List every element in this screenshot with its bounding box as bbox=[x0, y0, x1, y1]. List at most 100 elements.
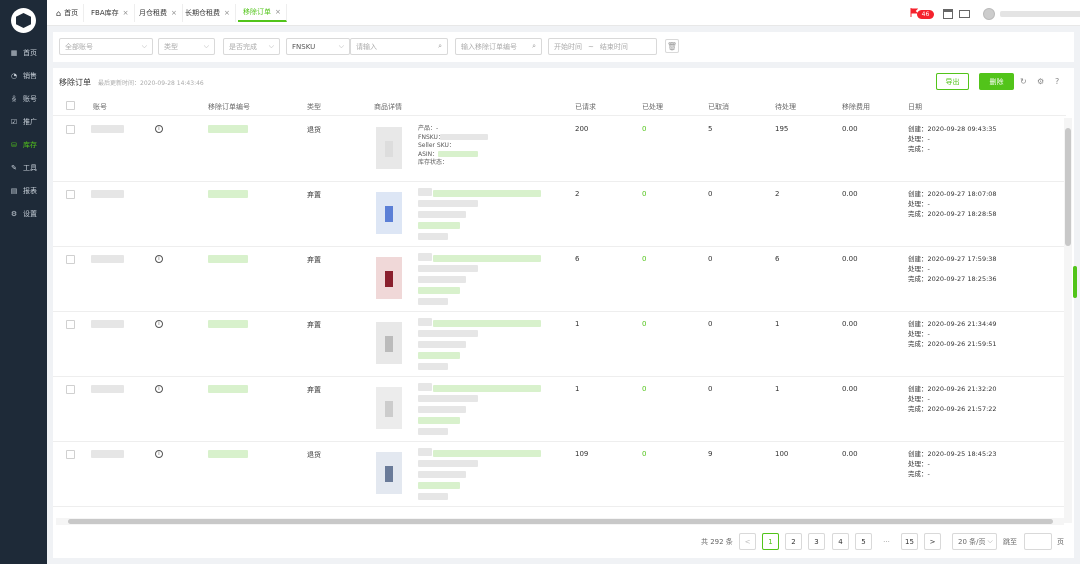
product-thumbnail[interactable] bbox=[376, 387, 402, 429]
type-select[interactable]: 类型 ⌵ bbox=[158, 38, 215, 55]
trash-icon[interactable]: 🗑 bbox=[665, 39, 679, 53]
header-cancelled[interactable]: 已取消 bbox=[708, 102, 729, 112]
notification-badge[interactable]: 46 bbox=[917, 10, 934, 19]
asin-redacted[interactable] bbox=[418, 417, 460, 424]
row-checkbox[interactable] bbox=[66, 125, 75, 134]
header-requested[interactable]: 已请求 bbox=[575, 102, 596, 112]
page-scroll-indicator[interactable] bbox=[1073, 266, 1077, 298]
product-name-redacted[interactable] bbox=[433, 450, 541, 457]
sidebar-item-1[interactable]: ◔ 销售 bbox=[0, 67, 47, 85]
tab-4[interactable]: 移除订单 × bbox=[238, 4, 287, 22]
order-number-input[interactable]: 输入移除订单编号 ⌕ bbox=[455, 38, 542, 55]
sidebar-item-4[interactable]: ⛁ 库存 bbox=[0, 136, 47, 154]
product-name-redacted[interactable] bbox=[433, 385, 541, 392]
sidebar-item-5[interactable]: ✎ 工具 bbox=[0, 159, 47, 177]
username-redacted[interactable] bbox=[1000, 11, 1080, 17]
settings-icon[interactable]: ⚙ bbox=[1037, 77, 1044, 86]
help-icon[interactable]: ? bbox=[1055, 77, 1059, 86]
next-page-button[interactable]: > bbox=[924, 533, 941, 550]
header-type[interactable]: 类型 bbox=[307, 102, 321, 112]
sidebar-item-3[interactable]: ☑ 推广 bbox=[0, 113, 47, 131]
export-button[interactable]: 导出 bbox=[936, 73, 969, 90]
horizontal-scrollbar[interactable] bbox=[56, 518, 1064, 525]
info-icon[interactable]: i bbox=[155, 320, 163, 328]
tab-2[interactable]: 月仓租费 × bbox=[134, 4, 183, 22]
calendar-icon[interactable] bbox=[943, 9, 953, 19]
jump-page-input[interactable] bbox=[1024, 533, 1052, 550]
date-range-picker[interactable]: 开始时间 ~ 结束时间 bbox=[548, 38, 657, 55]
info-icon[interactable]: i bbox=[155, 255, 163, 263]
keyword-input[interactable]: 请输入 ⌕ bbox=[350, 38, 448, 55]
refresh-icon[interactable]: ↻ bbox=[1020, 77, 1027, 86]
product-name-redacted[interactable] bbox=[433, 255, 541, 262]
asin-redacted[interactable] bbox=[418, 482, 460, 489]
row-checkbox[interactable] bbox=[66, 255, 75, 264]
mail-icon[interactable] bbox=[959, 10, 970, 18]
product-name-redacted[interactable] bbox=[433, 320, 541, 327]
asin-redacted[interactable] bbox=[418, 222, 460, 229]
header-pending[interactable]: 待处理 bbox=[775, 102, 796, 112]
sidebar-item-2[interactable]: ꆜ 账号 bbox=[0, 90, 47, 108]
horizontal-scroll-thumb[interactable] bbox=[68, 519, 1053, 524]
page-button[interactable]: 3 bbox=[808, 533, 825, 550]
info-icon[interactable]: i bbox=[155, 450, 163, 458]
tab-1[interactable]: FBA库存 × bbox=[86, 4, 135, 22]
asin-redacted[interactable] bbox=[418, 287, 460, 294]
table-row[interactable]: i 弃置 1 0 0 1 0.00 创建：2020-09-26 21:34:49 处理：- 完成：… bbox=[53, 312, 1066, 377]
asin-redacted[interactable] bbox=[418, 352, 460, 359]
page-button[interactable]: 4 bbox=[832, 533, 849, 550]
avatar[interactable] bbox=[983, 8, 995, 20]
order-number-redacted[interactable] bbox=[208, 450, 248, 458]
product-thumbnail[interactable] bbox=[376, 127, 402, 169]
product-thumbnail[interactable] bbox=[376, 192, 402, 234]
search-icon[interactable]: ⌕ bbox=[532, 42, 536, 51]
sidebar-item-6[interactable]: ▤ 报表 bbox=[0, 182, 47, 200]
delete-button[interactable]: 删除 bbox=[979, 73, 1014, 90]
product-name-redacted[interactable] bbox=[433, 190, 541, 197]
table-row[interactable]: i 弃置 6 0 0 6 0.00 创建：2020-09-27 17:59:38 处理：- 完成：… bbox=[53, 247, 1066, 312]
fnsku-select[interactable]: FNSKU ⌵ bbox=[286, 38, 350, 55]
row-checkbox[interactable] bbox=[66, 450, 75, 459]
header-product-detail[interactable]: 商品详情 bbox=[374, 102, 402, 112]
tab-0[interactable]: ⌂ 首页 bbox=[51, 4, 85, 22]
logo[interactable] bbox=[11, 8, 36, 33]
close-icon[interactable]: × bbox=[123, 9, 129, 17]
table-row[interactable]: i 退货 产品：- FNSKU： Seller SKU： ASIN： 库存状态： 200 0 5 1… bbox=[53, 117, 1066, 182]
vertical-scrollbar[interactable] bbox=[1064, 118, 1072, 523]
sidebar-item-0[interactable]: ▦ 首页 bbox=[0, 44, 47, 62]
page-button[interactable]: 15 bbox=[901, 533, 918, 550]
vertical-scroll-thumb[interactable] bbox=[1065, 128, 1071, 246]
table-row[interactable]: i 退货 109 0 9 100 0.00 创建：2020-09-25 18:45:23 处理：… bbox=[53, 442, 1066, 507]
product-thumbnail[interactable] bbox=[376, 322, 402, 364]
account-select[interactable]: 全部账号 ⌵ bbox=[59, 38, 153, 55]
header-processed[interactable]: 已处理 bbox=[642, 102, 663, 112]
page-button[interactable]: 1 bbox=[762, 533, 779, 550]
row-checkbox[interactable] bbox=[66, 385, 75, 394]
header-account[interactable]: 账号 bbox=[93, 102, 107, 112]
product-thumbnail[interactable] bbox=[376, 452, 402, 494]
page-size-select[interactable]: 20 条/页 ⌵ bbox=[952, 533, 997, 550]
header-date[interactable]: 日期 bbox=[908, 102, 922, 112]
row-checkbox[interactable] bbox=[66, 320, 75, 329]
search-icon[interactable]: ⌕ bbox=[438, 42, 442, 51]
asin-redacted[interactable] bbox=[438, 151, 478, 157]
info-icon[interactable]: i bbox=[155, 125, 163, 133]
tab-3[interactable]: 长期仓租费 × bbox=[180, 4, 236, 22]
order-number-redacted[interactable] bbox=[208, 255, 248, 263]
header-order-number[interactable]: 移除订单编号 bbox=[208, 102, 250, 112]
table-row[interactable]: 弃置 2 0 0 2 0.00 创建：2020-09-27 18:07:08 处理：- 完成：2… bbox=[53, 182, 1066, 247]
select-all-checkbox[interactable] bbox=[66, 101, 75, 110]
sidebar-item-7[interactable]: ⚙ 设置 bbox=[0, 205, 47, 223]
table-row[interactable]: i 弃置 1 0 0 1 0.00 创建：2020-09-26 21:32:20 处理：- 完成：… bbox=[53, 377, 1066, 442]
close-icon[interactable]: × bbox=[171, 9, 177, 17]
page-button[interactable]: 5 bbox=[855, 533, 872, 550]
info-icon[interactable]: i bbox=[155, 385, 163, 393]
page-ellipsis[interactable]: ··· bbox=[878, 533, 895, 550]
completed-select[interactable]: 是否完成 ⌵ bbox=[223, 38, 280, 55]
order-number-redacted[interactable] bbox=[208, 190, 248, 198]
order-number-redacted[interactable] bbox=[208, 385, 248, 393]
header-removal-fee[interactable]: 移除费用 bbox=[842, 102, 870, 112]
close-icon[interactable]: × bbox=[275, 8, 281, 16]
page-button[interactable]: 2 bbox=[785, 533, 802, 550]
row-checkbox[interactable] bbox=[66, 190, 75, 199]
